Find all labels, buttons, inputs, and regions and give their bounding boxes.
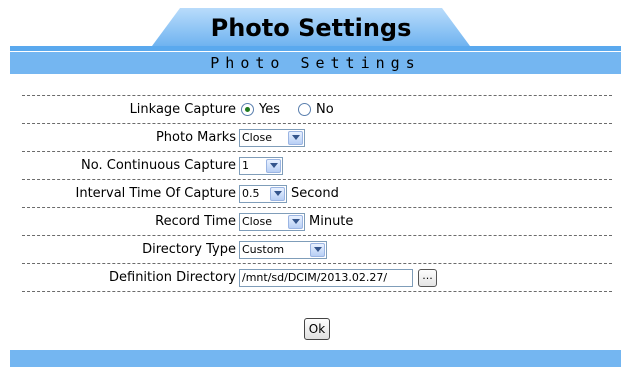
- chevron-down-icon: [310, 242, 325, 257]
- linkage-capture-yes-label: Yes: [259, 102, 280, 117]
- browse-directory-button[interactable]: ...: [418, 268, 437, 287]
- directory-type-label: Directory Type: [142, 242, 236, 257]
- record-time-unit: Minute: [309, 214, 354, 229]
- continuous-capture-label: No. Continuous Capture: [81, 158, 236, 173]
- record-time-value: Close: [242, 215, 272, 228]
- linkage-capture-no-label: No: [316, 102, 334, 117]
- directory-type-select[interactable]: Custom: [239, 240, 327, 259]
- section-title: Photo Settings: [210, 54, 421, 72]
- photo-marks-select[interactable]: Close: [239, 128, 305, 147]
- header-divider-bar: [10, 46, 621, 51]
- linkage-capture-yes-radio[interactable]: [241, 103, 254, 116]
- continuous-capture-row: No. Continuous Capture 1: [22, 152, 612, 180]
- record-time-select[interactable]: Close: [239, 212, 305, 231]
- continuous-capture-select[interactable]: 1: [239, 156, 283, 175]
- photo-marks-value: Close: [242, 131, 272, 144]
- interval-time-select[interactable]: 0.5: [239, 184, 287, 203]
- definition-directory-row: Definition Directory /mnt/sd/DCIM/2013.0…: [22, 264, 612, 292]
- record-time-row: Record Time Close Minute: [22, 208, 612, 236]
- interval-time-value: 0.5: [242, 187, 260, 200]
- linkage-capture-label: Linkage Capture: [129, 102, 236, 117]
- page-title: Photo Settings: [210, 14, 412, 42]
- linkage-capture-row: Linkage Capture Yes No: [22, 96, 612, 124]
- definition-directory-input[interactable]: /mnt/sd/DCIM/2013.02.27/: [239, 268, 413, 287]
- photo-marks-label: Photo Marks: [155, 130, 236, 145]
- record-time-label: Record Time: [155, 214, 236, 229]
- photo-settings-form: Linkage Capture Yes No Photo Marks Close…: [22, 95, 612, 292]
- chevron-down-icon: [266, 158, 281, 173]
- definition-directory-label: Definition Directory: [109, 270, 236, 285]
- footer-bar: [10, 350, 621, 367]
- continuous-capture-value: 1: [242, 159, 249, 172]
- directory-type-value: Custom: [242, 243, 285, 256]
- interval-time-row: Interval Time Of Capture 0.5 Second: [22, 180, 612, 208]
- linkage-capture-no-radio[interactable]: [298, 103, 311, 116]
- ok-row: Ok: [22, 318, 612, 340]
- chevron-down-icon: [270, 186, 285, 201]
- photo-marks-row: Photo Marks Close: [22, 124, 612, 152]
- interval-time-label: Interval Time Of Capture: [75, 186, 237, 201]
- chevron-down-icon: [288, 214, 303, 229]
- chevron-down-icon: [288, 130, 303, 145]
- ok-button[interactable]: Ok: [303, 318, 331, 340]
- directory-type-row: Directory Type Custom: [22, 236, 612, 264]
- interval-time-unit: Second: [291, 186, 339, 201]
